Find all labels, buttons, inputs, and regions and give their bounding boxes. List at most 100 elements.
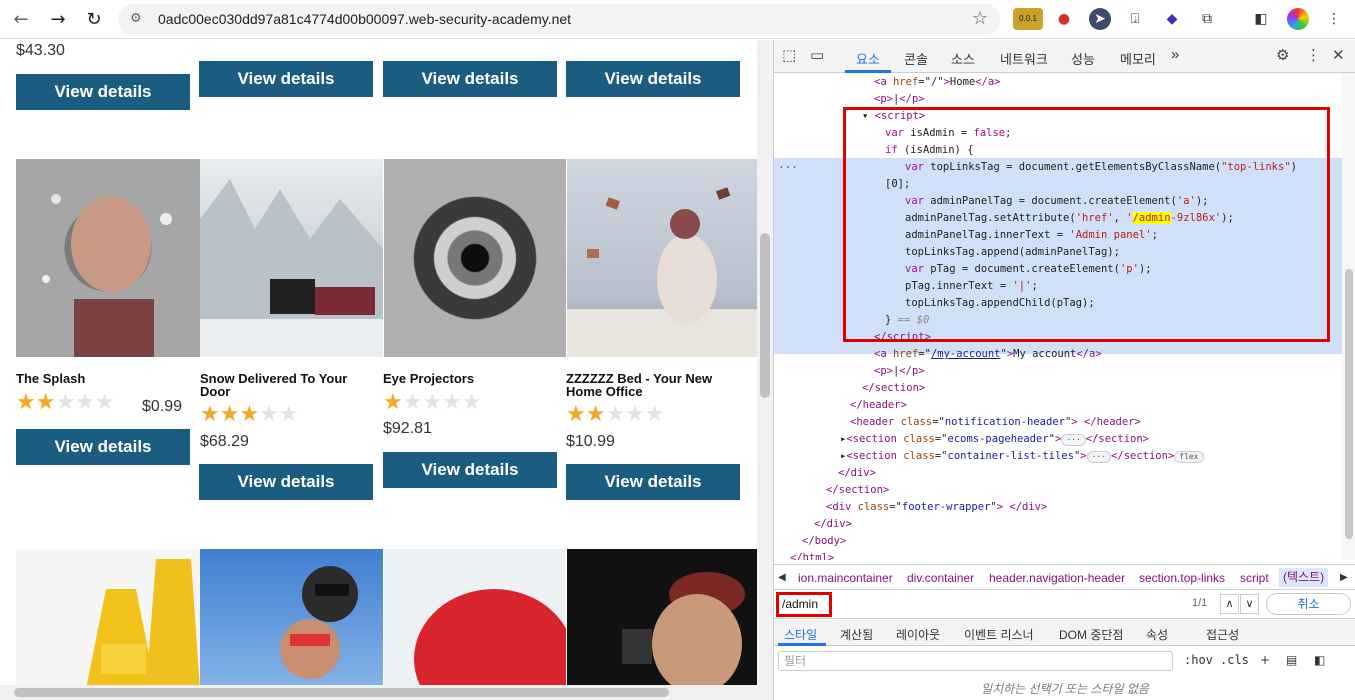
dom-node-line[interactable]: </div> xyxy=(838,465,876,482)
device-toolbar-icon[interactable]: ▭ xyxy=(810,46,824,64)
product-price: $10.99 xyxy=(566,433,615,450)
extension-download-icon[interactable]: ⍗ xyxy=(1124,8,1146,30)
page-horizontal-scrollbar[interactable] xyxy=(0,685,773,700)
view-details-button[interactable]: View details xyxy=(16,429,190,465)
breadcrumb-item-current[interactable]: (텍스트) xyxy=(1279,568,1329,587)
breadcrumb-item[interactable]: section.top-links xyxy=(1139,571,1225,585)
tab-dom-breakpoints[interactable]: DOM 중단점 xyxy=(1059,626,1123,643)
bookmark-star-icon[interactable]: ☆ xyxy=(972,8,988,29)
extension-cursor-icon[interactable]: ➤ xyxy=(1089,8,1111,30)
view-details-button[interactable]: View details xyxy=(383,452,557,488)
search-input[interactable]: /admin xyxy=(778,593,1258,615)
product-image-splash[interactable] xyxy=(16,159,200,357)
computed-styles-toggle-icon[interactable]: ▤ xyxy=(1286,653,1297,667)
close-devtools-icon[interactable]: ✕ xyxy=(1332,46,1345,64)
tab-computed[interactable]: 계산됨 xyxy=(840,626,873,643)
product-image-old-man[interactable] xyxy=(567,549,757,685)
extensions-puzzle-icon[interactable]: ⧉ xyxy=(1196,8,1218,30)
elements-scrollbar[interactable] xyxy=(1342,73,1355,560)
inspect-element-icon[interactable]: ⬚ xyxy=(782,46,796,64)
view-details-button[interactable]: View details xyxy=(566,464,740,500)
tab-memory[interactable]: 메모리 xyxy=(1120,49,1156,68)
tab-sources[interactable]: 소스 xyxy=(951,49,975,68)
product-image-skydivers[interactable] xyxy=(200,549,383,685)
search-prev-icon[interactable]: ∧ xyxy=(1220,594,1239,614)
dom-node-line[interactable]: ▸<section class="ecoms-pageheader"> ··· </… xyxy=(840,431,1149,448)
tab-console[interactable]: 콘솔 xyxy=(904,49,928,68)
dom-node-line[interactable]: </body> xyxy=(802,533,846,550)
tab-performance[interactable]: 성능 xyxy=(1071,49,1095,68)
class-toggle[interactable]: .cls xyxy=(1220,653,1249,667)
search-bar: /admin 1/1 ∧ ∨ 취소 xyxy=(774,591,1355,619)
dom-node-line[interactable]: <div class="footer-wrapper"> </div> xyxy=(826,499,1047,516)
tab-layout[interactable]: 레이아웃 xyxy=(896,626,940,643)
new-style-rule-icon[interactable]: + xyxy=(1260,653,1270,667)
settings-gear-icon[interactable]: ⚙ xyxy=(1276,46,1289,64)
view-details-button[interactable]: View details xyxy=(566,61,740,97)
annotation-search-box xyxy=(776,592,832,617)
tab-elements[interactable]: 요소 xyxy=(856,49,880,68)
product-image-snow-train[interactable] xyxy=(200,159,383,357)
devtools-menu-icon[interactable]: ⋮ xyxy=(1306,46,1321,64)
dom-node-line[interactable]: <a href="/my-account">My account</a> xyxy=(874,346,1102,363)
product-image-umbrella[interactable] xyxy=(384,549,566,685)
breadcrumb-item[interactable]: script xyxy=(1240,571,1269,585)
search-match-count: 1/1 xyxy=(1192,597,1208,609)
product-name[interactable]: The Splash xyxy=(16,372,191,385)
more-tabs-icon[interactable]: » xyxy=(1171,46,1179,63)
search-cancel-button[interactable]: 취소 xyxy=(1266,593,1351,615)
view-details-button[interactable]: View details xyxy=(199,464,373,500)
view-details-button[interactable]: View details xyxy=(16,74,190,110)
hover-state-toggle[interactable]: :hov xyxy=(1184,653,1213,667)
dom-node-line[interactable]: </section> xyxy=(826,482,889,499)
extension-santa-icon[interactable]: ● xyxy=(1053,8,1075,30)
tab-event-listeners[interactable]: 이벤트 리스너 xyxy=(964,626,1034,643)
dom-node-line[interactable]: </html> xyxy=(790,550,834,560)
breadcrumb-left-icon[interactable]: ◀ xyxy=(778,572,786,583)
tab-network[interactable]: 네트워크 xyxy=(1000,49,1048,68)
product-image-caution-signs[interactable] xyxy=(16,549,200,685)
dom-node-line[interactable]: ▸<section class="container-list-tiles"> ·… xyxy=(840,448,1204,465)
site-info-icon[interactable]: ⚙ xyxy=(130,11,148,29)
extension-badge-icon[interactable]: 0.0.1 xyxy=(1013,8,1043,30)
star-rating: ★★★★★ xyxy=(566,402,665,427)
active-styles-tab-indicator xyxy=(778,643,826,646)
no-styles-message: 일치하는 선택기 또는 스타일 없음 xyxy=(981,682,1149,696)
view-details-button[interactable]: View details xyxy=(199,61,373,97)
page-vertical-scrollbar[interactable] xyxy=(757,40,773,685)
product-image-eye[interactable] xyxy=(384,159,566,357)
product-name[interactable]: Eye Projectors xyxy=(383,372,553,385)
extension-layers-icon[interactable]: ◆ xyxy=(1161,8,1183,30)
menu-kebab-icon[interactable]: ⋮ xyxy=(1323,8,1345,30)
sidebar-toggle-icon[interactable]: ◧ xyxy=(1314,653,1325,667)
styles-filter-input[interactable]: 필터 xyxy=(778,651,1173,671)
node-ellipsis-icon[interactable]: ··· xyxy=(778,161,798,174)
search-next-icon[interactable]: ∨ xyxy=(1240,594,1259,614)
side-panel-icon[interactable]: ◧ xyxy=(1250,8,1272,30)
tab-properties[interactable]: 속성 xyxy=(1146,626,1168,643)
reload-icon[interactable]: ↻ xyxy=(82,8,106,32)
dom-node-line[interactable]: </section> xyxy=(862,380,925,397)
dom-node-line[interactable]: </div> xyxy=(814,516,852,533)
dom-node-line[interactable]: <p>|</p> xyxy=(874,91,925,108)
breadcrumb-item[interactable]: header.navigation-header xyxy=(989,571,1125,585)
url-text[interactable]: 0adc00ec030dd97a81c4774d00b00097.web-sec… xyxy=(158,11,571,27)
back-icon[interactable]: ← xyxy=(9,8,33,32)
dom-node-line[interactable]: <a href="/">Home</a> xyxy=(874,74,1001,91)
forward-icon[interactable]: → xyxy=(46,8,70,32)
product-image-bed[interactable] xyxy=(567,159,757,357)
address-bar[interactable]: ⚙ 0adc00ec030dd97a81c4774d00b00097.web-s… xyxy=(118,4,1000,35)
view-details-button[interactable]: View details xyxy=(383,61,557,97)
breadcrumb-item[interactable]: ion.maincontainer xyxy=(798,571,893,585)
dom-node-line[interactable]: <p>|</p> xyxy=(874,363,925,380)
dom-node-line[interactable]: </header> xyxy=(850,397,907,414)
tab-styles[interactable]: 스타일 xyxy=(784,626,817,643)
product-name[interactable]: ZZZZZZ Bed - Your New Home Office xyxy=(566,372,726,398)
breadcrumb-right-icon[interactable]: ▶ xyxy=(1340,572,1348,583)
profile-avatar[interactable] xyxy=(1287,8,1309,30)
tab-accessibility[interactable]: 접근성 xyxy=(1206,626,1239,643)
caution-signs xyxy=(86,559,200,685)
breadcrumb-item[interactable]: div.container xyxy=(907,571,974,585)
dom-node-line[interactable]: <header class="notification-header"> </h… xyxy=(850,414,1141,431)
product-name[interactable]: Snow Delivered To Your Door xyxy=(200,372,360,398)
